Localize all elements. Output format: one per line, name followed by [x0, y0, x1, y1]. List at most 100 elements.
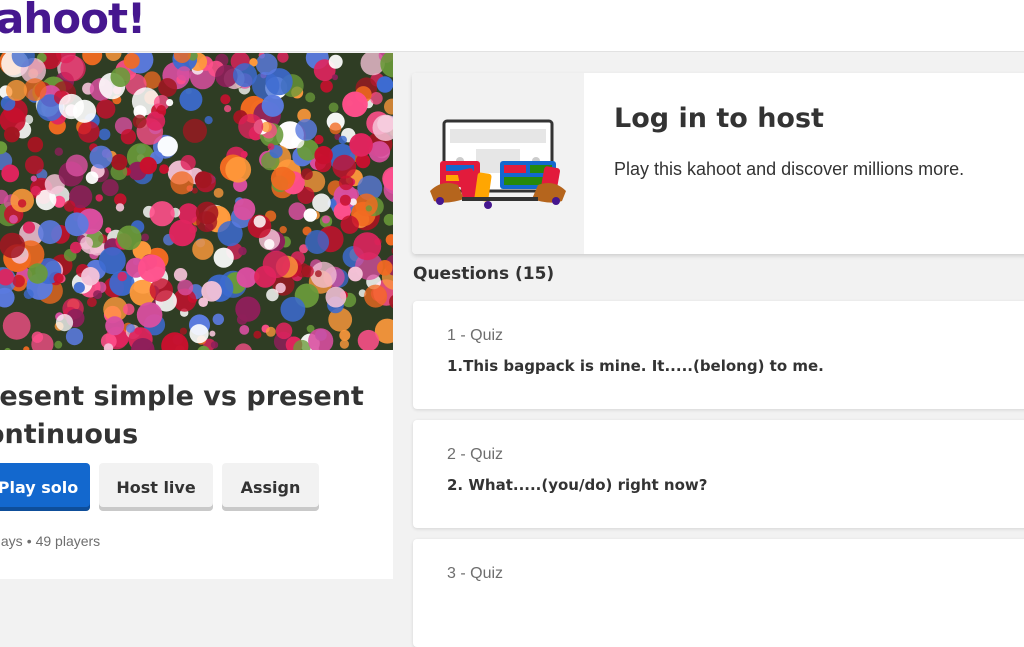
flower-blossom [210, 341, 219, 349]
flower-blossom [179, 327, 187, 335]
flower-blossom [89, 145, 113, 169]
kahoot-logo[interactable]: ahoot! [0, 0, 146, 43]
flower-blossom [182, 118, 207, 143]
flower-blossom [93, 290, 103, 300]
flower-blossom [280, 296, 306, 322]
flower-blossom [213, 188, 224, 198]
flower-blossom [253, 215, 266, 228]
flower-blossom [239, 325, 250, 335]
flower-blossom [364, 284, 388, 308]
question-type: 1 - Quiz [447, 327, 504, 344]
flower-blossom [235, 296, 261, 322]
flower-blossom [233, 198, 256, 221]
flower-blossom [53, 273, 64, 284]
flower-blossom [120, 129, 137, 145]
flower-blossom [23, 78, 47, 101]
flower-blossom [176, 66, 192, 81]
flower-blossom [78, 121, 100, 143]
question-type: 3 - Quiz [447, 565, 504, 582]
flower-blossom [117, 271, 127, 282]
host-screen-illustration-icon [430, 119, 566, 209]
top-bar: ahoot! [0, 0, 1024, 52]
flower-blossom [377, 260, 393, 276]
flower-blossom [338, 135, 347, 145]
flower-blossom [1, 164, 20, 183]
flower-blossom [98, 128, 111, 141]
players-count: 49 players [35, 533, 101, 549]
flower-blossom [54, 340, 63, 349]
flower-blossom [22, 221, 36, 234]
flower-blossom [376, 76, 393, 93]
flower-blossom [85, 171, 99, 184]
flower-blossom [270, 166, 295, 191]
flower-blossom [201, 281, 222, 302]
flower-blossom [288, 202, 307, 220]
flower-blossom [322, 215, 330, 224]
flower-blossom [136, 302, 163, 328]
flower-blossom [30, 175, 37, 182]
flower-blossom [70, 241, 82, 254]
flower-blossom [314, 134, 324, 145]
plays-count: plays [0, 533, 23, 549]
flower-blossom [65, 328, 84, 346]
flower-blossom [126, 323, 135, 333]
flower-blossom [141, 233, 150, 242]
flower-blossom [312, 193, 331, 213]
flower-blossom [166, 99, 174, 107]
play-solo-button[interactable]: Play solo [0, 463, 90, 511]
flower-blossom [111, 154, 128, 171]
flower-blossom [314, 155, 332, 173]
flower-blossom [355, 193, 378, 217]
flower-blossom [115, 203, 125, 212]
flower-blossom [264, 239, 275, 250]
question-card[interactable]: 2 - Quiz 2. What.....(you/do) right now? [413, 420, 1024, 528]
flower-blossom [265, 326, 276, 337]
flower-blossom [23, 289, 34, 300]
flower-blossom [17, 199, 27, 208]
flower-blossom [98, 247, 126, 275]
flower-blossom [220, 94, 231, 105]
flower-blossom [328, 54, 343, 69]
flower-blossom [342, 91, 368, 118]
question-card[interactable]: 1 - Quiz 1.This bagpack is mine. It.....… [413, 301, 1024, 409]
flower-blossom [180, 155, 196, 171]
flower-blossom [64, 212, 89, 237]
question-card[interactable]: 3 - Quiz [413, 539, 1024, 647]
flower-blossom [329, 122, 342, 135]
flower-blossom [295, 118, 318, 141]
flower-blossom [238, 113, 264, 139]
log-in-to-host-card[interactable]: Log in to host Play this kahoot and disc… [412, 73, 1024, 254]
flower-blossom [238, 246, 247, 256]
flower-blossom [81, 267, 100, 286]
assign-button[interactable]: Assign [222, 463, 319, 511]
host-live-button[interactable]: Host live [99, 463, 213, 511]
flower-blossom [320, 80, 333, 93]
flower-blossom [137, 254, 166, 283]
flower-blossom [122, 303, 135, 316]
flower-blossom [60, 55, 86, 82]
flower-blossom [303, 208, 317, 222]
flower-blossom [236, 267, 257, 288]
host-illustration [412, 73, 584, 254]
flower-blossom [267, 143, 275, 150]
flower-blossom [158, 78, 178, 97]
flower-blossom [31, 331, 44, 343]
cover-image [0, 53, 393, 350]
flower-blossom [65, 154, 88, 177]
flower-blossom [169, 219, 196, 247]
flower-blossom [315, 270, 322, 278]
flower-blossom [116, 225, 142, 251]
flower-blossom [3, 126, 20, 143]
flower-blossom [63, 200, 76, 212]
flower-bouquet-image [0, 53, 393, 350]
flower-blossom [275, 322, 293, 340]
flower-blossom [123, 53, 140, 69]
flower-blossom [192, 238, 214, 260]
flower-blossom [95, 194, 103, 202]
flower-blossom [27, 136, 44, 153]
flower-blossom [58, 93, 84, 120]
flower-blossom [149, 201, 175, 227]
flower-blossom [332, 74, 338, 81]
flower-blossom [301, 168, 313, 180]
flower-blossom [353, 232, 382, 261]
